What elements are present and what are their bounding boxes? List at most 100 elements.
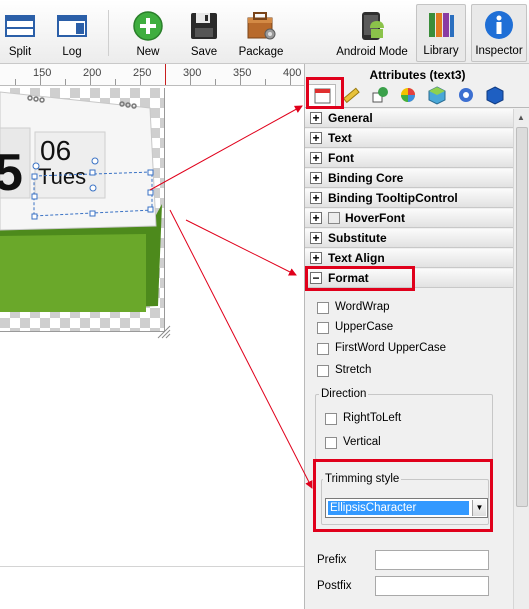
category-substitute[interactable]: + Substitute — [305, 229, 513, 248]
new-label: New — [136, 46, 160, 58]
package-button[interactable]: Package — [236, 6, 286, 62]
package-gear-icon — [247, 12, 276, 40]
tab-calendar[interactable] — [308, 84, 336, 108]
new-button[interactable]: New — [128, 6, 168, 62]
chevron-down-icon[interactable]: ▼ — [472, 500, 486, 516]
ruler-marker — [165, 64, 166, 85]
inspector-tab-bar — [305, 82, 529, 108]
split-label: Split — [8, 46, 32, 58]
expand-icon[interactable]: + — [310, 252, 322, 264]
cube-icon — [428, 86, 446, 105]
expand-icon[interactable]: + — [310, 212, 322, 224]
ruler-number: 350 — [233, 67, 252, 79]
day-number-text: 06 — [40, 135, 71, 166]
calendar-icon — [314, 88, 331, 104]
expand-icon[interactable]: + — [310, 172, 322, 184]
library-button[interactable]: Library — [416, 4, 466, 62]
hoverfont-icon — [328, 212, 340, 224]
ruler-pencil-icon — [342, 87, 360, 104]
resize-grip-icon[interactable] — [157, 325, 171, 339]
checkbox-label: RightToLeft — [343, 412, 402, 424]
tab-box[interactable] — [482, 84, 510, 108]
tab-cube[interactable] — [424, 84, 452, 108]
expand-icon[interactable]: + — [310, 132, 322, 144]
trimming-label: Trimming style — [323, 473, 402, 485]
log-icon — [57, 15, 87, 37]
category-hoverfont[interactable]: + HoverFont — [305, 209, 513, 228]
divider — [0, 566, 304, 567]
weekday-text[interactable]: Tues — [38, 164, 86, 189]
info-icon — [485, 11, 513, 39]
ruler-tick — [115, 79, 116, 85]
checkbox-box[interactable] — [325, 437, 337, 449]
calendar-widget[interactable]: 5 06 Tues — [0, 86, 304, 356]
calendar-stand-front — [0, 234, 146, 312]
checkbox-label: UpperCase — [335, 321, 394, 333]
plus-circle-icon — [133, 11, 163, 41]
gear-icon — [459, 88, 473, 102]
save-button[interactable]: Save — [184, 6, 224, 62]
log-label: Log — [62, 46, 82, 58]
trimming-style-select[interactable]: EllipsisCharacter ▼ — [325, 498, 488, 518]
ruler-tick — [265, 79, 266, 85]
checkbox-box[interactable] — [325, 413, 337, 425]
expand-icon[interactable]: + — [310, 152, 322, 164]
inspector-panel: Attributes (text3) + General + Text + Font … — [304, 64, 529, 609]
inspector-button[interactable]: Inspector — [471, 4, 527, 62]
main-toolbar: Split Log New Save Package Android Mode … — [0, 0, 529, 64]
tab-ruler[interactable] — [337, 84, 365, 108]
toolbar-separator — [108, 10, 109, 56]
category-format[interactable]: − Format — [305, 269, 513, 288]
blue-box-icon — [486, 86, 504, 105]
ruler-number: 300 — [183, 67, 202, 79]
category-general[interactable]: + General — [305, 109, 513, 128]
ruler-tick — [15, 79, 16, 85]
direction-label: Direction — [319, 388, 369, 400]
checkbox-label: WordWrap — [335, 301, 390, 313]
tab-shapes[interactable] — [366, 84, 394, 108]
category-text-align[interactable]: + Text Align — [305, 249, 513, 268]
attribute-list: + General + Text + Font + Binding Core + Bind… — [305, 109, 513, 609]
library-books-icon — [429, 13, 454, 37]
postfix-field[interactable] — [375, 576, 489, 596]
collapse-icon[interactable]: − — [310, 272, 322, 284]
expand-icon[interactable]: + — [310, 232, 322, 244]
checkbox-label: Vertical — [343, 436, 381, 448]
checkbox-box[interactable] — [317, 302, 329, 314]
ruler-number: 400 — [283, 67, 302, 79]
scroll-thumb[interactable] — [516, 127, 528, 507]
save-label: Save — [190, 46, 218, 58]
library-label: Library — [423, 45, 459, 57]
split-button[interactable]: Split — [2, 6, 38, 62]
design-surface[interactable]: 5 06 Tues — [0, 86, 304, 609]
category-text[interactable]: + Text — [305, 129, 513, 148]
scroll-up-icon[interactable]: ▲ — [517, 113, 525, 122]
checkbox-label: FirstWord UpperCase — [335, 342, 446, 354]
shapes-icon — [372, 87, 388, 103]
tab-color[interactable] — [395, 84, 423, 108]
inspector-label: Inspector — [475, 45, 523, 57]
checkbox-box[interactable] — [317, 322, 329, 334]
android-mode-button[interactable]: Android Mode — [336, 6, 408, 62]
category-binding-tooltipcontrol[interactable]: + Binding TooltipControl — [305, 189, 513, 208]
android-phone-icon — [362, 12, 384, 40]
prefix-field[interactable] — [375, 550, 489, 570]
checkbox-box[interactable] — [317, 343, 329, 355]
category-binding-core[interactable]: + Binding Core — [305, 169, 513, 188]
direction-group — [315, 394, 493, 460]
vertical-scrollbar[interactable]: ▲ — [513, 109, 529, 609]
android-mode-label: Android Mode — [336, 46, 408, 58]
horizontal-ruler: 150 200 250 300 350 400 — [0, 64, 304, 86]
log-button[interactable]: Log — [52, 6, 92, 62]
category-font[interactable]: + Font — [305, 149, 513, 168]
floppy-disk-icon — [191, 13, 217, 39]
tab-gear[interactable] — [453, 84, 481, 108]
postfix-label: Postfix — [317, 580, 352, 592]
checkbox-box[interactable] — [317, 365, 329, 377]
expand-icon[interactable]: + — [310, 192, 322, 204]
ruler-number: 200 — [83, 67, 102, 79]
ruler-tick — [215, 79, 216, 85]
inspector-title: Attributes (text3) — [369, 68, 466, 82]
expand-icon[interactable]: + — [310, 112, 322, 124]
big-digit-text: 5 — [0, 144, 23, 202]
